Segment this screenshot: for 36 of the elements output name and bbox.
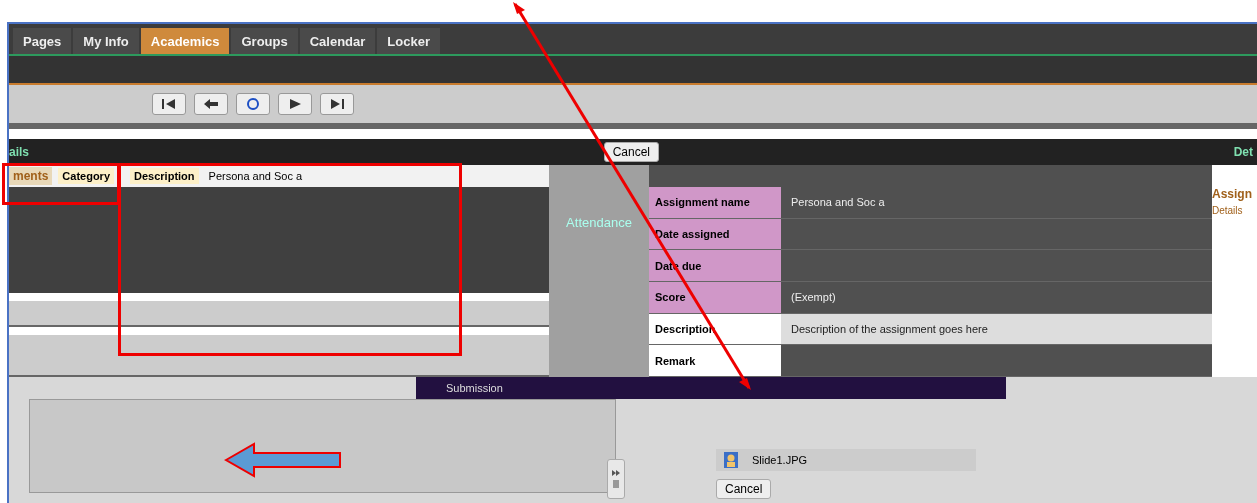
expand-handle[interactable] <box>607 459 625 499</box>
section-heading: ments <box>9 167 53 185</box>
details-link[interactable]: Details <box>1212 205 1257 216</box>
next-button[interactable] <box>278 93 312 115</box>
nav-tab[interactable]: Locker <box>377 28 440 54</box>
back-arrow-icon <box>203 98 219 110</box>
column-header: Description <box>130 168 199 184</box>
field-label: Score <box>649 282 781 313</box>
field-label: Assignment name <box>649 187 781 218</box>
double-arrow-icon <box>611 468 621 490</box>
field-value: Description of the assignment goes here <box>781 313 1212 345</box>
nav-tab[interactable]: Pages <box>13 28 72 54</box>
table-cell: Persona and Soc a <box>208 170 303 182</box>
nav-tab[interactable]: Groups <box>231 28 298 54</box>
field-label: Remark <box>649 345 781 377</box>
nav-tab[interactable]: Calendar <box>299 28 376 54</box>
refresh-button[interactable] <box>236 93 270 115</box>
section-heading: ails <box>9 145 29 159</box>
last-icon <box>329 98 345 110</box>
field-value: (Exempt) <box>790 291 836 304</box>
play-icon <box>287 98 303 110</box>
cancel-button[interactable]: Cancel <box>603 142 659 162</box>
submission-label: Submission <box>446 382 503 394</box>
previous-button[interactable] <box>194 93 228 115</box>
person-icon <box>724 452 738 468</box>
last-page-button[interactable] <box>320 93 354 115</box>
cancel-button[interactable]: Cancel <box>716 479 772 499</box>
panel-heading: Assign <box>1212 187 1253 201</box>
file-item[interactable]: Slide1.JPG <box>716 449 976 471</box>
refresh-icon <box>245 97 261 111</box>
first-icon <box>161 98 177 110</box>
field-value: Persona and Soc a <box>790 196 885 209</box>
first-page-button[interactable] <box>152 93 186 115</box>
nav-tab[interactable]: My Info <box>73 28 139 54</box>
column-header: Category <box>58 168 115 184</box>
section-heading: Det <box>1233 145 1253 159</box>
